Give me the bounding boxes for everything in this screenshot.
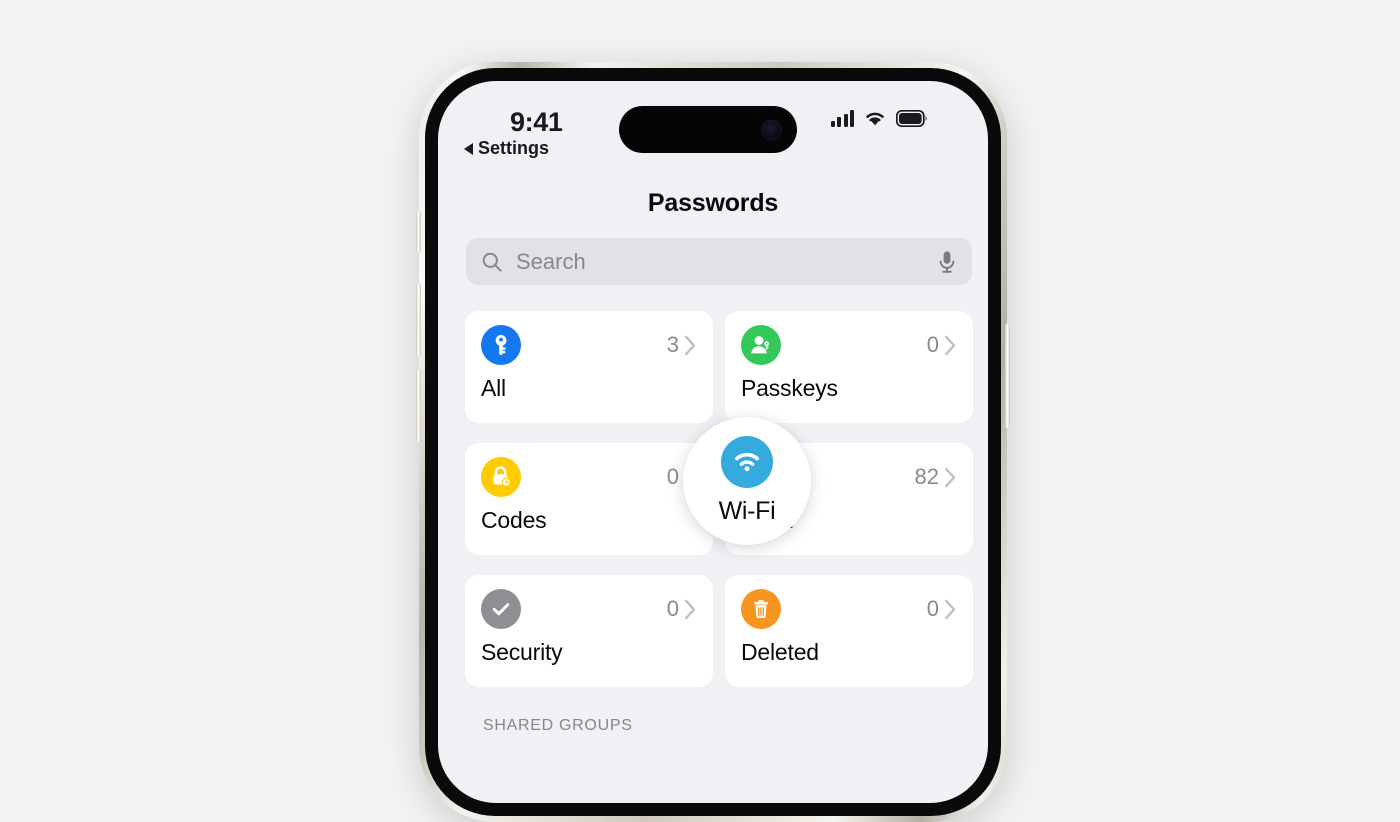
category-card-passkeys[interactable]: 0 Passkeys xyxy=(725,311,973,423)
category-count: 3 xyxy=(667,332,679,358)
category-count: 0 xyxy=(667,464,679,490)
category-count: 0 xyxy=(927,332,939,358)
cellular-bars-icon xyxy=(831,110,855,127)
search-input[interactable]: Search xyxy=(466,238,972,285)
chevron-right-icon xyxy=(684,335,697,356)
back-to-settings-button[interactable]: Settings xyxy=(464,138,549,159)
card-top-row: 0 xyxy=(741,589,957,629)
status-indicators xyxy=(831,109,929,127)
shared-groups-section-header: SHARED GROUPS xyxy=(483,717,633,735)
card-count-group: 0 xyxy=(667,596,697,622)
search-placeholder: Search xyxy=(516,249,937,275)
category-card-codes[interactable]: 0 Codes xyxy=(465,443,713,555)
category-card-security[interactable]: 0 Security xyxy=(465,575,713,687)
dynamic-island[interactable] xyxy=(619,106,797,153)
wifi-spotlight-label: Wi-Fi xyxy=(719,497,776,526)
card-top-row: 0 xyxy=(481,589,697,629)
trash-icon xyxy=(741,589,781,629)
front-camera-icon xyxy=(761,119,782,140)
card-count-group: 3 xyxy=(667,332,697,358)
lock-clock-icon xyxy=(481,457,521,497)
checkmark-icon xyxy=(481,589,521,629)
volume-up-button[interactable] xyxy=(416,284,421,356)
wifi-icon xyxy=(721,436,773,488)
category-label: Deleted xyxy=(741,639,957,666)
card-top-row: 0 xyxy=(741,325,957,365)
category-count: 82 xyxy=(915,464,939,490)
chevron-right-icon xyxy=(944,467,957,488)
category-card-all[interactable]: 3 All xyxy=(465,311,713,423)
category-label: All xyxy=(481,375,697,402)
wifi-spotlight-highlight[interactable]: Wi-Fi xyxy=(683,417,811,545)
chevron-right-icon xyxy=(684,599,697,620)
wifi-status-icon xyxy=(863,109,887,127)
page-title: Passwords xyxy=(438,189,988,218)
back-to-settings-label: Settings xyxy=(478,138,549,159)
power-button[interactable] xyxy=(1005,324,1010,428)
person-key-icon xyxy=(741,325,781,365)
search-icon xyxy=(481,251,503,273)
key-icon xyxy=(481,325,521,365)
card-top-row: 3 xyxy=(481,325,697,365)
status-bar: 9:41 Settings xyxy=(438,81,988,163)
chevron-right-icon xyxy=(944,599,957,620)
card-top-row: 0 xyxy=(481,457,697,497)
category-label: Passkeys xyxy=(741,375,957,402)
category-label: Codes xyxy=(481,507,697,534)
volume-down-button[interactable] xyxy=(416,370,421,442)
back-triangle-icon xyxy=(464,143,473,155)
category-label: Security xyxy=(481,639,697,666)
card-count-group: 0 xyxy=(927,596,957,622)
microphone-icon[interactable] xyxy=(937,250,957,274)
card-count-group: 0 xyxy=(927,332,957,358)
chevron-right-icon xyxy=(944,335,957,356)
category-count: 0 xyxy=(927,596,939,622)
battery-full-icon xyxy=(896,110,928,127)
status-time: 9:41 xyxy=(510,107,562,138)
action-button[interactable] xyxy=(416,212,421,252)
category-card-deleted[interactable]: 0 Deleted xyxy=(725,575,973,687)
card-count-group: 82 xyxy=(915,464,957,490)
category-count: 0 xyxy=(667,596,679,622)
